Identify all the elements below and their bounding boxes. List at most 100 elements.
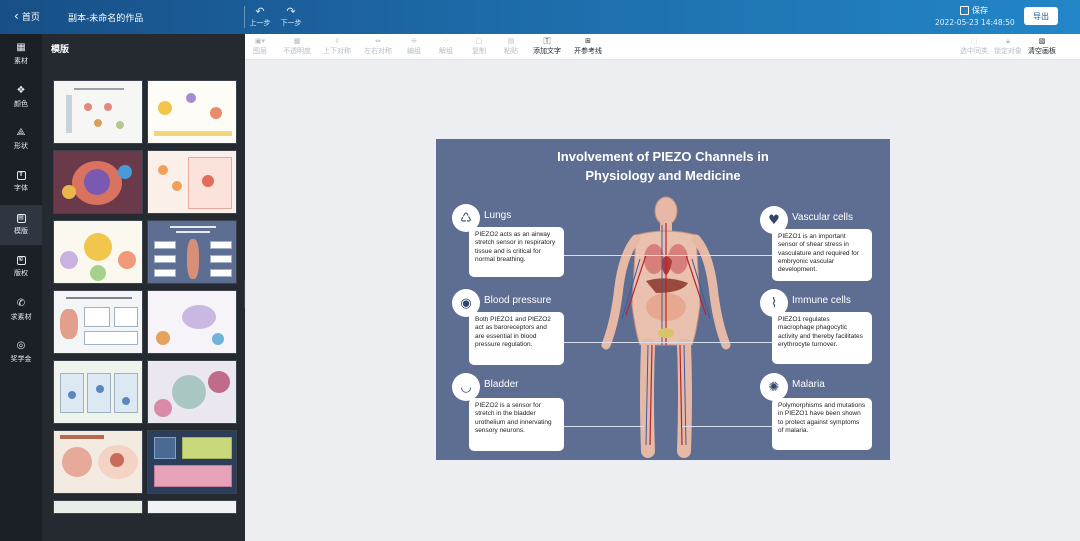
paste-icon: ▤: [507, 37, 515, 45]
group-icon: ⁜: [411, 37, 417, 45]
artboard-slide[interactable]: Involvement of PIEZO Channels in Physiol…: [436, 139, 890, 460]
info-card[interactable]: PIEZO1 regulates macrophage phagocytic a…: [772, 312, 872, 364]
info-card[interactable]: PIEZO2 is a sensor for stretch in the bl…: [469, 398, 564, 451]
template-thumbnail[interactable]: [147, 430, 237, 494]
info-card[interactable]: PIEZO2 acts as an airway stretch sensor …: [469, 227, 564, 277]
select-similar-icon: ⬚: [970, 37, 978, 45]
leader-line: [662, 255, 772, 256]
template-thumbnail[interactable]: [53, 80, 143, 144]
flip-horizontal-button[interactable]: ⇔ 左右对称: [364, 37, 392, 56]
undo-label: 上一步: [249, 19, 271, 27]
template-thumbnail[interactable]: [147, 150, 237, 214]
ungroup-button[interactable]: ⁘ 解组: [439, 37, 453, 56]
undo-button[interactable]: ↶ 上一步: [248, 5, 272, 28]
leader-line: [564, 426, 644, 427]
tool-label: 开参考线: [574, 47, 602, 55]
add-text-button[interactable]: 🅃 添加文字: [533, 37, 561, 56]
lock-icon: 🔒︎: [1006, 37, 1010, 45]
layer-button[interactable]: ▣▾ 图层: [253, 37, 267, 56]
save-timestamp: 2022-05-23 14:48:50: [935, 18, 1015, 27]
group-button[interactable]: ⁜ 编组: [407, 37, 421, 56]
slide-title-line2: Physiology and Medicine: [585, 168, 741, 183]
document-title[interactable]: 副本-未命名的作品: [68, 11, 143, 24]
template-panel: 模版: [42, 34, 245, 541]
section-heading: Vascular cells: [792, 212, 853, 223]
tool-label: 不透明度: [283, 47, 311, 55]
leader-line: [652, 342, 772, 343]
editor-toolbar: ▣▾ 图层 ▩ 不透明度 ⇳ 上下对称 ⇔ 左右对称 ⁜ 编组 ⁘ 解组 ▢ 复制 ▤ 粘贴 🅃…: [245, 34, 1080, 60]
copy-icon: ▢: [475, 37, 483, 45]
redo-icon: ↷: [286, 5, 296, 18]
tool-label: 粘贴: [504, 47, 518, 55]
section-heading: Immune cells: [792, 295, 851, 306]
left-rail: ▦ 素材 ❖ 颜色 ⟁ 形状 T 字体 ▤ 模版 © 版权 ✆ 求素材 ◎ 奖学: [0, 34, 42, 541]
info-card[interactable]: PIEZO1 is an important sensor of shear s…: [772, 229, 872, 281]
rail-item-label: 素材: [14, 57, 28, 65]
human-anatomy-figure[interactable]: [596, 195, 736, 459]
rail-item-scholarship[interactable]: ◎ 奖学金: [0, 332, 42, 372]
tool-label: 锁定对象: [994, 47, 1022, 55]
undo-icon: ↶: [255, 5, 265, 18]
chevron-left-icon: ‹: [14, 9, 19, 23]
rail-item-colors[interactable]: ❖ 颜色: [0, 77, 42, 117]
save-label: 保存: [972, 6, 988, 15]
redo-label: 下一步: [280, 19, 302, 27]
slide-title-line1: Involvement of PIEZO Channels in: [557, 149, 769, 164]
top-bar: ‹ 首页 副本-未命名的作品 ↶ 上一步 ↷ 下一步 保存 2022-05-23…: [0, 0, 1080, 34]
template-thumbnail[interactable]: [147, 220, 237, 284]
rail-item-shapes[interactable]: ⟁ 形状: [0, 119, 42, 159]
bladder-icon: ◡: [452, 373, 480, 401]
tool-label: 编组: [407, 47, 421, 55]
grid-icon: ▦: [16, 42, 26, 53]
template-icon: ▤: [16, 214, 26, 223]
template-thumbnail[interactable]: [53, 430, 143, 494]
template-thumbnail[interactable]: [53, 150, 143, 214]
tool-label: 复制: [472, 47, 486, 55]
template-thumbnail[interactable]: [53, 220, 143, 284]
rail-item-copyright[interactable]: © 版权: [0, 247, 42, 287]
paste-button[interactable]: ▤ 粘贴: [504, 37, 518, 56]
tool-label: 添加文字: [533, 47, 561, 55]
redo-button[interactable]: ↷ 下一步: [279, 5, 303, 28]
guides-button[interactable]: ⊞ 开参考线: [574, 37, 602, 56]
rail-item-label: 求素材: [10, 313, 32, 321]
shapes-icon: ⟁: [16, 127, 26, 138]
template-thumbnail[interactable]: [53, 500, 143, 514]
rail-item-label: 版权: [14, 269, 28, 277]
back-home-label: 首页: [21, 13, 40, 23]
template-thumbnail[interactable]: [147, 80, 237, 144]
phone-icon: ✆: [16, 298, 26, 309]
copy-button[interactable]: ▢ 复制: [472, 37, 486, 56]
rail-item-fonts[interactable]: T 字体: [0, 162, 42, 202]
template-thumbnail[interactable]: [147, 360, 237, 424]
template-thumbnail[interactable]: [147, 500, 237, 514]
select-similar-button[interactable]: ⬚ 选中同类: [960, 37, 988, 56]
info-card[interactable]: Both PIEZO1 and PIEZO2 act as barorecept…: [469, 312, 564, 365]
rail-item-templates[interactable]: ▤ 模版: [0, 205, 42, 245]
section-heading: Bladder: [484, 379, 519, 390]
save-button[interactable]: 保存: [960, 5, 988, 16]
rail-item-label: 奖学金: [10, 355, 32, 363]
rail-item-materials[interactable]: ▦ 素材: [0, 34, 42, 74]
template-thumbnail[interactable]: [53, 360, 143, 424]
template-thumbnail[interactable]: [53, 290, 143, 354]
lock-button[interactable]: 🔒︎ 锁定对象: [994, 37, 1022, 56]
flip-vertical-icon: ⇳: [334, 37, 340, 45]
export-button[interactable]: 导出: [1024, 7, 1058, 25]
flip-vertical-button[interactable]: ⇳ 上下对称: [323, 37, 351, 56]
template-thumbnail[interactable]: [147, 290, 237, 354]
info-card[interactable]: Polymorphisms and mutations in PIEZO1 ha…: [772, 398, 872, 450]
panel-title: 模版: [51, 45, 70, 55]
back-home-button[interactable]: ‹ 首页: [14, 10, 40, 23]
palette-icon: ❖: [16, 85, 26, 96]
layers-icon: ▣▾: [254, 37, 266, 45]
save-icon: [960, 6, 969, 15]
leader-line: [564, 255, 674, 256]
opacity-button[interactable]: ▩ 不透明度: [283, 37, 311, 56]
app-root: ‹ 首页 副本-未命名的作品 ↶ 上一步 ↷ 下一步 保存 2022-05-23…: [0, 0, 1080, 541]
rail-item-request[interactable]: ✆ 求素材: [0, 290, 42, 330]
rail-item-label: 形状: [14, 142, 28, 150]
slide-title[interactable]: Involvement of PIEZO Channels in Physiol…: [466, 147, 860, 185]
text-icon: 🅃: [543, 37, 551, 45]
clear-canvas-button[interactable]: ▧ 清空画板: [1028, 37, 1056, 56]
